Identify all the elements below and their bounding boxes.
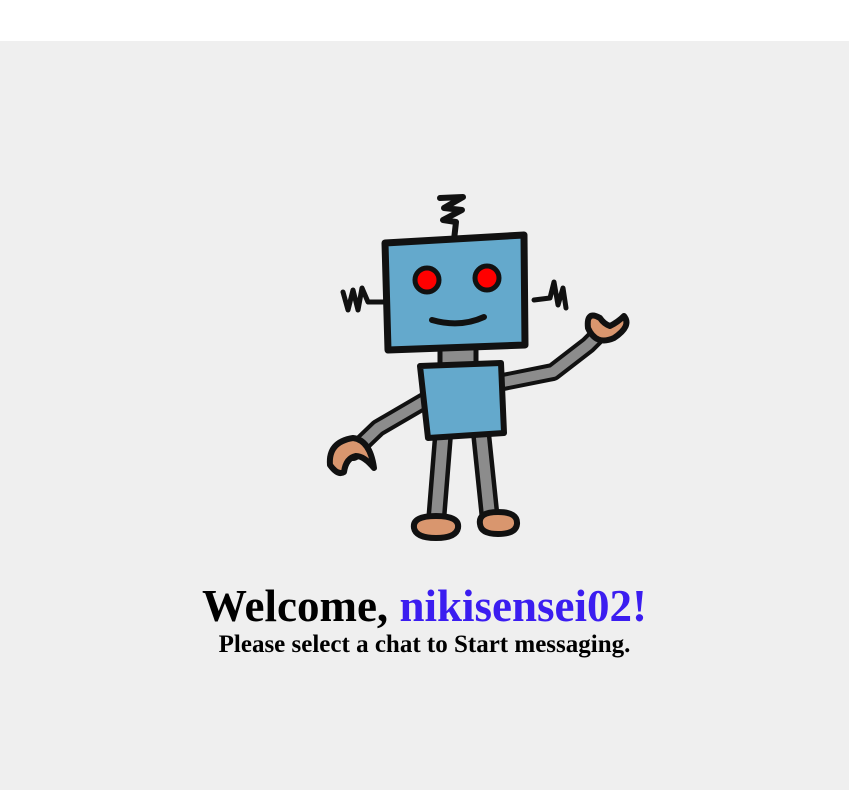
- select-chat-hint: Please select a chat to Start messaging.: [218, 631, 631, 658]
- welcome-heading: Welcome, nikisensei02!: [0, 580, 849, 632]
- welcome-greeting: Welcome,: [202, 581, 400, 631]
- username: nikisensei02!: [399, 581, 647, 631]
- top-bar: [0, 0, 849, 41]
- robot-waving-icon: [326, 194, 630, 541]
